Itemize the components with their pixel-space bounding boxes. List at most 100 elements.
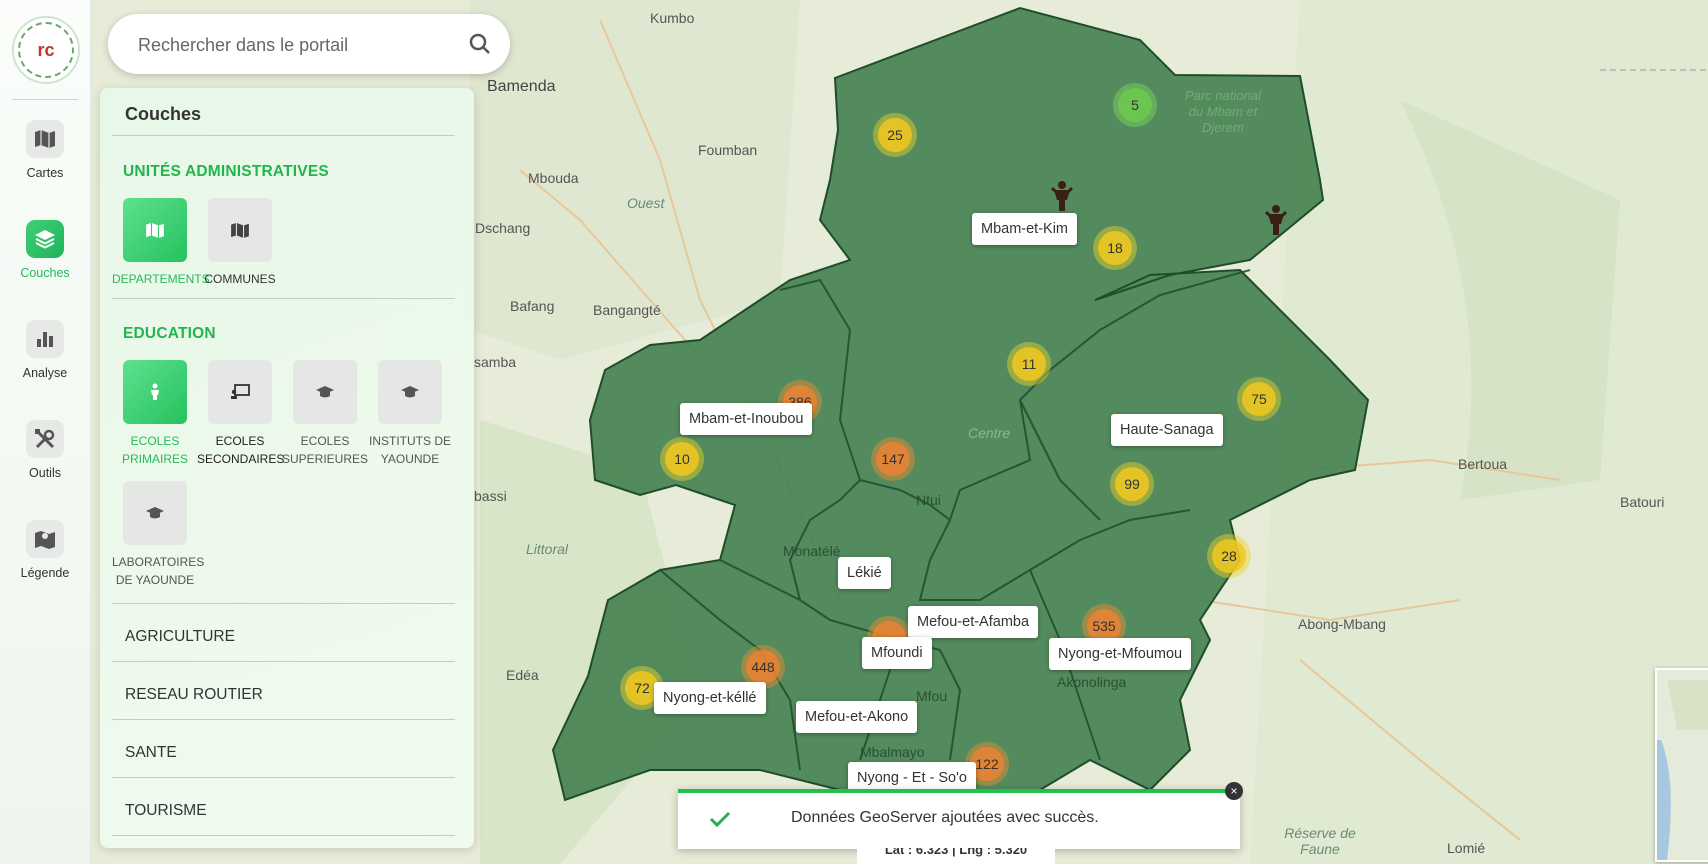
tools-icon (26, 420, 64, 458)
layer-label: ECOLES SECONDAIRES (197, 434, 285, 466)
cluster-count: 5 (1118, 88, 1152, 122)
layer-laboratoires-yaounde[interactable]: LABORATOIRES DE YAOUNDE (112, 481, 205, 589)
toast-message: Données GeoServer ajoutées avec succès. (791, 809, 1099, 826)
section-title-admin: UNITÉS ADMINISTRATIVES (123, 163, 329, 180)
nav-analyse[interactable]: Analyse (0, 320, 90, 380)
place-label: Akonolinga (1057, 674, 1127, 690)
layer-ecoles-primaires[interactable]: ECOLES PRIMAIRES (112, 360, 198, 468)
cluster-count: 28 (1212, 539, 1246, 573)
close-icon[interactable]: × (1225, 782, 1243, 800)
side-nav: rc Cartes Couches Analyse Outils Légende (0, 0, 91, 864)
coordinates-readout: Lat : 6.323 | Lng : 5.320 (857, 848, 1055, 864)
department-label[interactable]: Haute-Sanaga (1111, 414, 1223, 446)
department-label[interactable]: Mfoundi (862, 637, 932, 669)
place-label: Centre (968, 425, 1011, 441)
search-input[interactable] (136, 28, 460, 62)
category-tourisme[interactable]: TOURISME (125, 802, 207, 820)
department-label[interactable]: Lékié (838, 557, 891, 589)
logo[interactable]: rc (12, 16, 80, 84)
divider (112, 719, 455, 720)
layer-ecoles-superieures[interactable]: ECOLES SUPERIEURES (282, 360, 368, 468)
nav-legende[interactable]: Légende (0, 520, 90, 580)
divider (112, 835, 455, 836)
place-label: Kumbo (650, 10, 695, 26)
place-label: bassi (474, 488, 507, 504)
nav-label: Légende (20, 566, 70, 580)
layer-label: INSTITUTS DE YAOUNDE (368, 434, 451, 466)
place-label: Monatélé (783, 543, 841, 559)
layer-label: ECOLES PRIMAIRES (121, 434, 188, 466)
department-label[interactable]: Mefou-et-Akono (796, 701, 918, 733)
layer-ecoles-secondaires[interactable]: ECOLES SECONDAIRES (197, 360, 285, 468)
place-label: Edéa (506, 667, 539, 683)
nav-label: Cartes (26, 166, 64, 180)
category-agriculture[interactable]: AGRICULTURE (125, 628, 235, 646)
place-label: Ntui (916, 492, 941, 508)
layer-label: LABORATOIRES DE YAOUNDE (112, 555, 205, 587)
cluster-marker[interactable]: 28 (1207, 534, 1251, 578)
cluster-count: 18 (1098, 231, 1132, 265)
divider (112, 777, 455, 778)
cluster-count: 25 (878, 118, 912, 152)
graduation-cap-icon (293, 360, 357, 424)
cluster-marker[interactable]: 10 (660, 437, 704, 481)
cluster-count: 448 (746, 650, 780, 684)
minimap[interactable] (1655, 668, 1708, 862)
cluster-count: 75 (1242, 382, 1276, 416)
check-icon (708, 807, 732, 831)
cluster-marker[interactable]: 18 (1093, 226, 1137, 270)
place-label: samba (474, 354, 517, 370)
section-title-education: EDUCATION (123, 325, 216, 342)
person-marker-icon[interactable] (1050, 180, 1074, 212)
success-toast: Données GeoServer ajoutées avec succès. … (678, 782, 1243, 849)
cluster-count: 147 (876, 442, 910, 476)
cluster-marker[interactable]: 147 (871, 437, 915, 481)
layer-label: ECOLES SUPERIEURES (282, 434, 369, 466)
person-marker-icon[interactable] (1264, 204, 1288, 236)
layer-instituts-yaounde[interactable]: INSTITUTS DE YAOUNDE (367, 360, 453, 468)
nav-label: Couches (20, 266, 70, 280)
cluster-marker[interactable]: 11 (1007, 342, 1051, 386)
map-icon (123, 198, 187, 262)
search-icon[interactable] (468, 32, 492, 56)
category-reseau-routier[interactable]: RESEAU ROUTIER (125, 686, 263, 704)
nav-outils[interactable]: Outils (0, 420, 90, 480)
graduation-cap-icon (123, 481, 187, 545)
department-label[interactable]: Nyong-et-kéllé (654, 682, 766, 714)
place-label: Foumban (698, 142, 758, 158)
place-label: Réserve de Faune (1284, 825, 1356, 857)
layer-departements[interactable]: DEPARTEMENTS (112, 198, 210, 288)
place-label: Littoral (526, 541, 569, 557)
place-label: Bangangté (593, 302, 661, 318)
place-label: Bertoua (1458, 456, 1508, 472)
map-icon (208, 198, 272, 262)
cluster-marker[interactable]: 75 (1237, 377, 1281, 421)
cluster-marker[interactable]: 5 (1113, 83, 1157, 127)
category-sante[interactable]: SANTE (125, 744, 177, 762)
layers-icon (26, 220, 64, 258)
cluster-count: 10 (665, 442, 699, 476)
department-label[interactable]: Mbam-et-Kim (972, 213, 1078, 245)
legend-map-icon (26, 520, 64, 558)
department-label[interactable]: Mbam-et-Inoubou (680, 403, 813, 435)
toast-progress-bar (678, 789, 1240, 793)
cluster-marker[interactable]: 99 (1110, 462, 1154, 506)
divider (112, 135, 455, 136)
cluster-marker[interactable]: 25 (873, 113, 917, 157)
place-label: Mbouda (528, 170, 579, 186)
layer-label: DEPARTEMENTS (112, 272, 210, 286)
logo-emblem-icon: rc (18, 22, 74, 78)
map-icon (26, 120, 64, 158)
divider (12, 99, 78, 100)
divider (112, 603, 455, 604)
place-label: Batouri (1620, 494, 1665, 510)
bar-chart-icon (26, 320, 64, 358)
divider (112, 298, 455, 299)
nav-couches[interactable]: Couches (0, 220, 90, 280)
panel-title: Couches (125, 104, 202, 124)
layer-communes[interactable]: COMMUNES (197, 198, 283, 288)
department-label[interactable]: Nyong-et-Mfoumou (1049, 638, 1192, 670)
department-label[interactable]: Mefou-et-Afamba (908, 606, 1039, 638)
graduation-cap-icon (378, 360, 442, 424)
nav-cartes[interactable]: Cartes (0, 120, 90, 180)
